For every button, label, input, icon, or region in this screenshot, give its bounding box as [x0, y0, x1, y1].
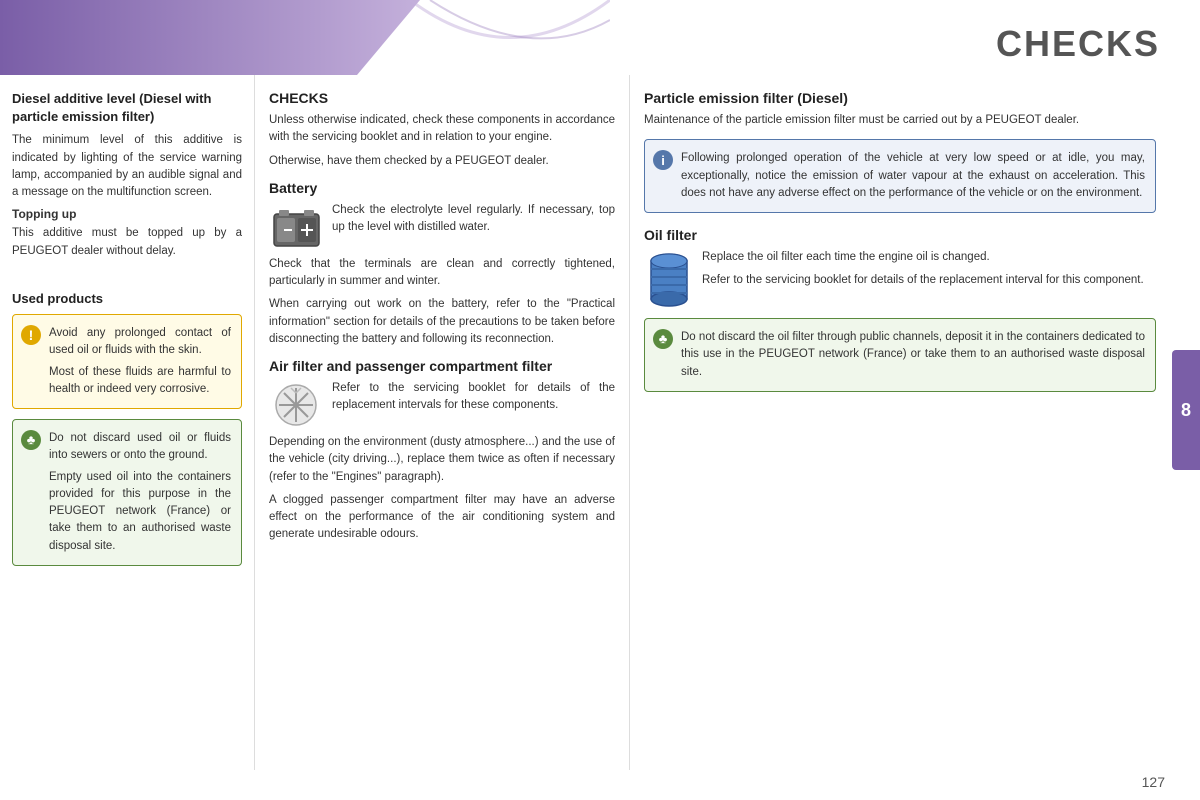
oil-filter-image [644, 249, 694, 304]
page-header: CHECKS [0, 0, 1200, 75]
mid-column: CHECKS Unless otherwise indicated, check… [255, 75, 630, 770]
page-number: 127 [1142, 774, 1165, 790]
chapter-tab: 8 [1172, 350, 1200, 470]
info-box-vapour: i Following prolonged operation of the v… [644, 139, 1156, 213]
air-filter-title: Air filter and passenger compartment fil… [269, 358, 615, 374]
battery-section: Check the electrolyte level regularly. I… [269, 202, 615, 256]
header-curve-decoration [410, 0, 610, 75]
checks-title: CHECKS [269, 90, 615, 106]
air-filter-body2: Depending on the environment (dusty atmo… [269, 434, 615, 486]
checks-body2: Otherwise, have them checked by a PEUGEO… [269, 153, 615, 170]
eco-box-disposal: ♣ Do not discard used oil or fluids into… [12, 419, 242, 566]
info-icon: i [653, 150, 673, 170]
right-column: Particle emission filter (Diesel) Mainte… [630, 75, 1170, 770]
used-products-title: Used products [12, 290, 242, 308]
oil-filter-body2: Refer to the servicing booklet for detai… [644, 272, 1156, 289]
oil-filter-section: Replace the oil filter each time the eng… [644, 249, 1156, 308]
oil-filter-body1: Replace the oil filter each time the eng… [644, 249, 1156, 266]
eco-box2-text: Do not discard the oil filter through pu… [681, 329, 1145, 381]
warning-icon: ! [21, 325, 41, 345]
warning-line1: Avoid any prolonged contact of used oil … [49, 325, 231, 360]
eco-icon: ♣ [21, 430, 41, 450]
header-stripe-light [0, 0, 420, 75]
eco-line2: Empty used oil into the containers provi… [49, 469, 231, 555]
left-column: Diesel additive level (Diesel with parti… [0, 75, 255, 770]
battery-title: Battery [269, 180, 615, 196]
topping-up-body: This additive must be topped up by a PEU… [12, 225, 242, 260]
topping-up-heading: Topping up [12, 207, 242, 221]
warning-line2: Most of these fluids are harmful to heal… [49, 364, 231, 399]
battery-body2: Check that the terminals are clean and c… [269, 256, 615, 291]
info-text: Following prolonged operation of the veh… [681, 150, 1145, 202]
air-filter-section: Refer to the servicing booklet for detai… [269, 380, 615, 434]
diesel-additive-title: Diesel additive level (Diesel with parti… [12, 90, 242, 126]
main-content: Diesel additive level (Diesel with parti… [0, 75, 1170, 770]
particle-filter-body: Maintenance of the particle emission fil… [644, 112, 1156, 129]
battery-image [269, 202, 324, 252]
air-filter-image [269, 380, 324, 430]
diesel-additive-body: The minimum level of this additive is in… [12, 132, 242, 201]
page-title: CHECKS [996, 23, 1200, 75]
eco-icon-2: ♣ [653, 329, 673, 349]
air-filter-body3: A clogged passenger compartment filter m… [269, 492, 615, 544]
checks-body1: Unless otherwise indicated, check these … [269, 112, 615, 147]
particle-filter-title: Particle emission filter (Diesel) [644, 90, 1156, 106]
battery-body3: When carrying out work on the battery, r… [269, 296, 615, 348]
oil-filter-title: Oil filter [644, 227, 1156, 243]
eco-box-oil-filter: ♣ Do not discard the oil filter through … [644, 318, 1156, 392]
warning-box-fluids: ! Avoid any prolonged contact of used oi… [12, 314, 242, 409]
eco-line1: Do not discard used oil or fluids into s… [49, 430, 231, 465]
